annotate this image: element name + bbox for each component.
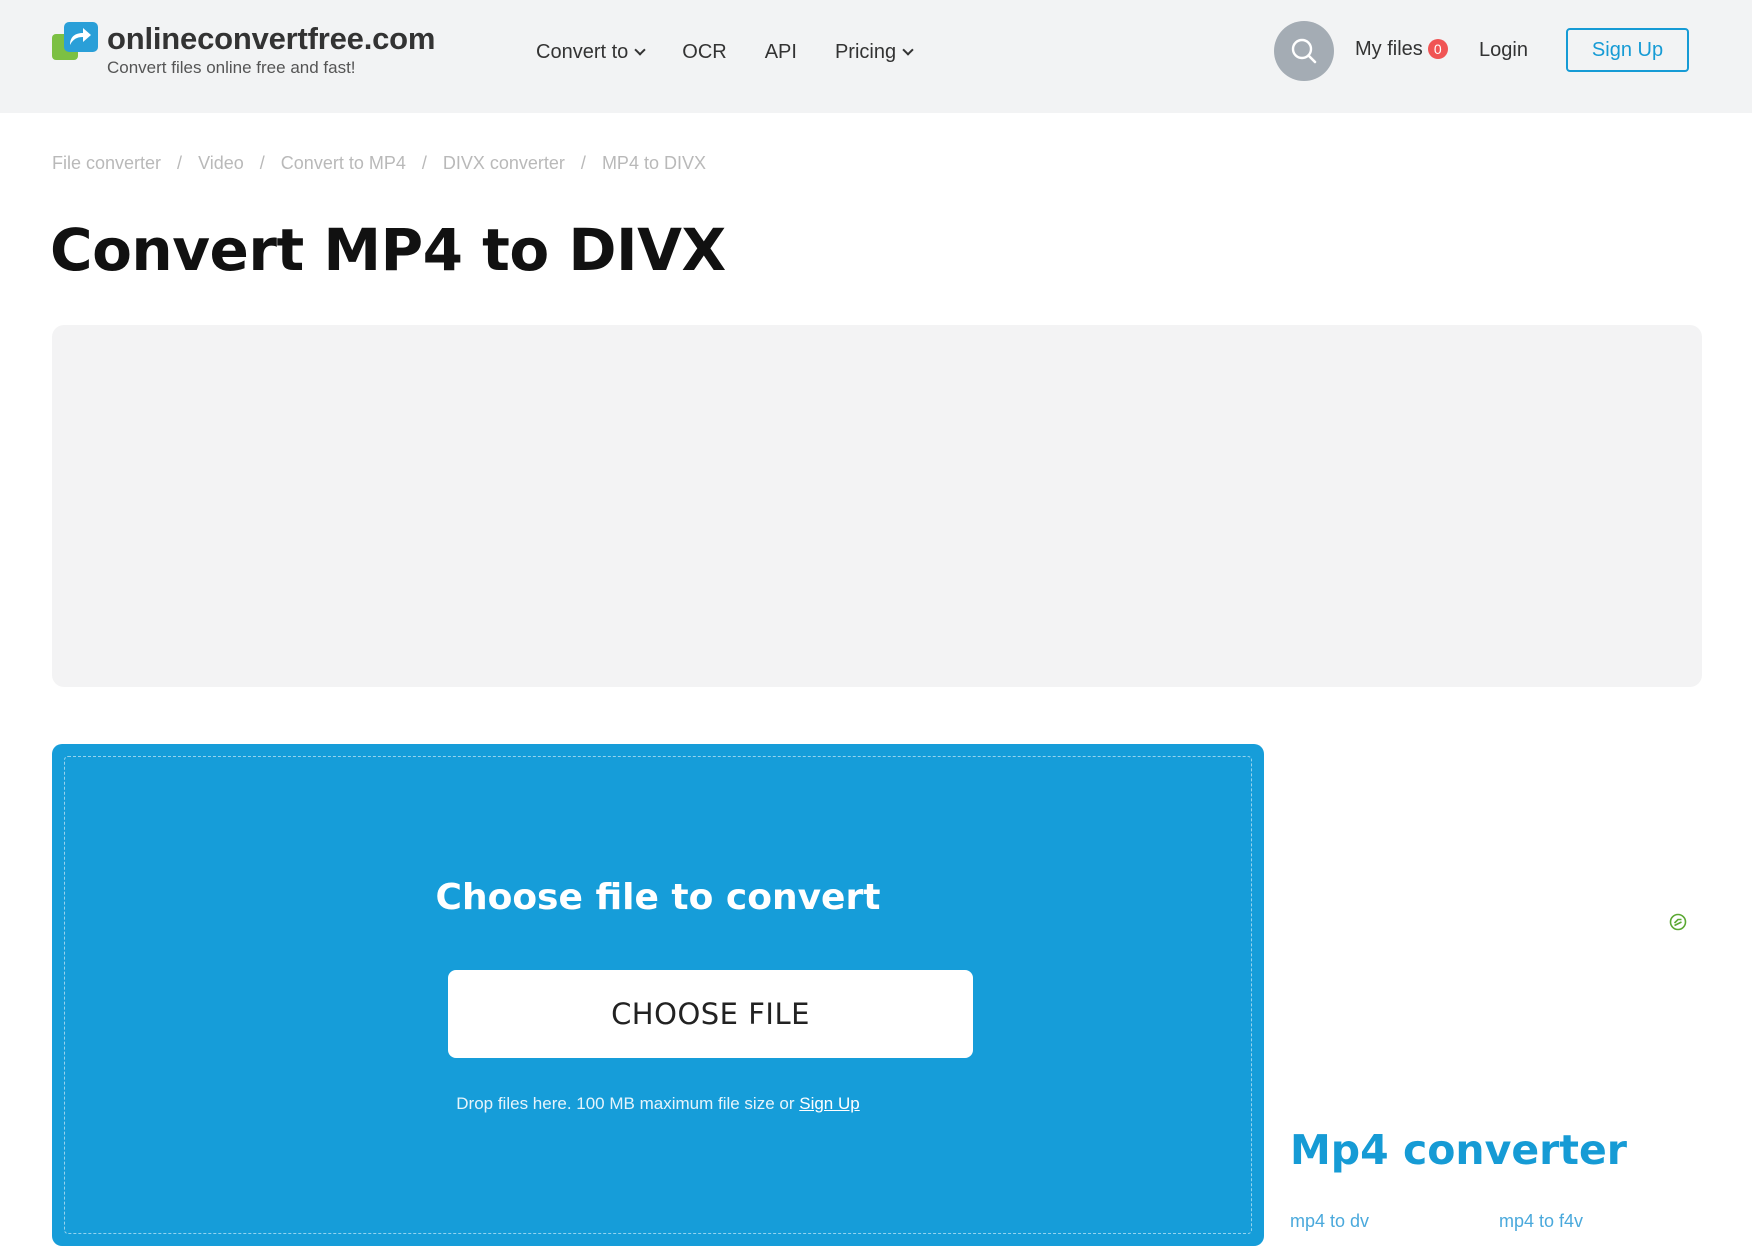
breadcrumb-item[interactable]: Convert to MP4 (281, 153, 406, 174)
nav-api-label: API (764, 41, 797, 63)
chevron-down-icon (634, 44, 646, 56)
logo-tagline: Convert files online free and fast! (107, 58, 356, 77)
breadcrumb-item[interactable]: DIVX converter (443, 153, 565, 174)
my-files-count-badge: 0 (1427, 38, 1448, 59)
my-files-link[interactable]: My files 0 (1355, 38, 1448, 61)
drop-note-text: Drop files here. 100 MB maximum file siz… (456, 1094, 795, 1113)
breadcrumb-separator: / (177, 153, 183, 173)
search-icon (1291, 38, 1317, 64)
logo-title[interactable]: onlineconvertfree.com (107, 22, 435, 56)
drop-note: Drop files here. 100 MB maximum file siz… (52, 1094, 1264, 1114)
drop-note-signup-link[interactable]: Sign Up (799, 1094, 859, 1113)
logo-icon (52, 22, 98, 60)
upload-title: Choose file to convert (435, 877, 881, 918)
sidebar-title: Mp4 converter (1290, 1126, 1627, 1174)
sidebar-link[interactable]: mp4 to dv (1290, 1211, 1369, 1232)
sidebar-link[interactable]: mp4 to f4v (1499, 1211, 1583, 1232)
upload-dropzone[interactable]: Choose file to convert CHOOSE FILE Drop … (52, 744, 1264, 1246)
breadcrumb-item[interactable]: File converter (52, 153, 161, 174)
breadcrumb-item[interactable]: Video (198, 153, 244, 174)
site-logo[interactable]: onlineconvertfree.com Convert files onli… (52, 22, 435, 78)
nav-convert-to-label: Convert to (536, 41, 629, 63)
ad-choices-icon[interactable] (1669, 913, 1687, 931)
breadcrumb: File converter / Video / Convert to MP4 … (52, 153, 706, 174)
breadcrumb-separator: / (259, 153, 265, 173)
nav-pricing[interactable]: Pricing (834, 41, 914, 64)
site-header: onlineconvertfree.com Convert files onli… (0, 0, 1752, 113)
signup-button[interactable]: Sign Up (1566, 28, 1689, 72)
nav-api[interactable]: API (765, 41, 797, 64)
breadcrumb-separator: / (421, 153, 427, 173)
my-files-label: My files (1355, 38, 1423, 60)
login-link[interactable]: Login (1479, 39, 1528, 62)
breadcrumb-item-current: MP4 to DIVX (601, 153, 706, 173)
choose-file-button[interactable]: CHOOSE FILE (448, 970, 973, 1058)
search-button[interactable] (1274, 21, 1334, 81)
breadcrumb-separator: / (580, 153, 586, 173)
nav-convert-to[interactable]: Convert to (536, 41, 646, 64)
nav-ocr-label: OCR (682, 41, 727, 63)
nav-ocr[interactable]: OCR (682, 41, 726, 64)
ad-placeholder (52, 325, 1702, 687)
page-title: Convert MP4 to DIVX (50, 216, 726, 284)
main-nav: Convert to OCR API Pricing (536, 0, 950, 105)
chevron-down-icon (902, 44, 914, 56)
nav-pricing-label: Pricing (834, 41, 897, 63)
